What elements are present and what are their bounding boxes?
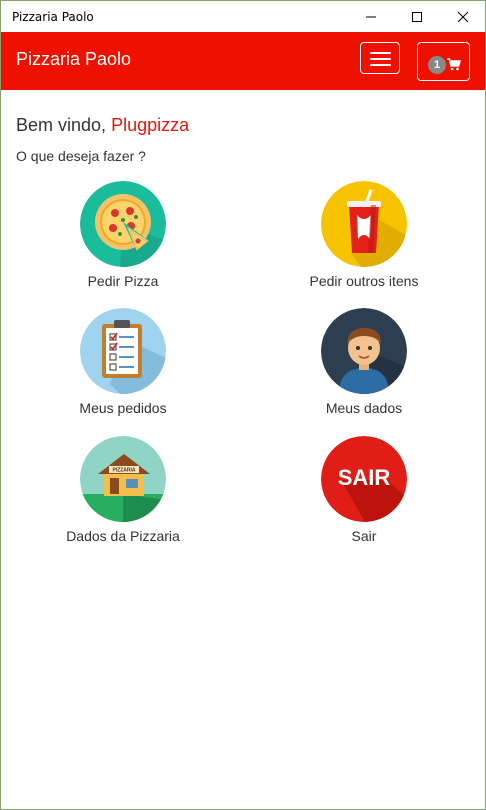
maximize-icon xyxy=(412,11,422,22)
clipboard-checklist-icon xyxy=(80,308,166,394)
hamburger-icon-line xyxy=(370,52,391,54)
tile-label: Meus pedidos xyxy=(79,400,167,416)
navbar-brand[interactable]: Pizzaria Paolo xyxy=(16,49,131,70)
question-text: O que deseja fazer ? xyxy=(16,148,146,164)
cart-count-badge: 1 xyxy=(428,56,446,74)
pizzeria-house-icon: PIZZARIA xyxy=(80,436,166,522)
hamburger-icon-line xyxy=(370,64,391,66)
soda-cup-icon xyxy=(321,181,407,267)
title-bar: Pizzaria Paolo xyxy=(1,1,485,32)
username: Plugpizza xyxy=(111,115,190,135)
tile-label: Pedir outros itens xyxy=(309,273,419,289)
minimize-button[interactable] xyxy=(348,1,394,32)
cart-button[interactable]: 1 xyxy=(417,42,470,81)
tile-pedir-pizza[interactable]: Pedir Pizza xyxy=(43,181,203,289)
close-icon xyxy=(457,11,469,22)
tile-meus-pedidos[interactable]: Meus pedidos xyxy=(43,308,203,416)
maximize-button[interactable] xyxy=(394,1,440,32)
close-button[interactable] xyxy=(440,1,485,32)
minimize-icon xyxy=(366,16,376,17)
tile-dados-da-pizzaria[interactable]: PIZZARIA Dados da Pizzaria xyxy=(43,436,203,544)
tile-label: Dados da Pizzaria xyxy=(66,528,180,544)
tile-meus-dados[interactable]: Meus dados xyxy=(284,308,444,416)
exit-badge-text: SAIR xyxy=(338,465,391,490)
cart-icon xyxy=(447,58,461,71)
user-avatar-icon xyxy=(321,308,407,394)
welcome-prefix: Bem vindo, xyxy=(16,115,107,135)
exit-icon: SAIR xyxy=(321,436,407,522)
hamburger-icon-line xyxy=(370,58,391,60)
navbar: Pizzaria Paolo 1 xyxy=(1,32,485,90)
tile-label: Meus dados xyxy=(325,400,403,416)
welcome-heading: Bem vindo, Plugpizza xyxy=(16,115,189,136)
menu-toggle-button[interactable] xyxy=(360,42,400,74)
pizza-icon xyxy=(80,181,166,267)
tile-sair[interactable]: SAIR Sair xyxy=(284,436,444,544)
tile-pedir-outros-itens[interactable]: Pedir outros itens xyxy=(284,181,444,289)
tile-label: Pedir Pizza xyxy=(87,273,159,289)
app-window: Pizzaria Paolo Pizzaria Paolo 1 Bem vind… xyxy=(0,0,486,810)
pizzeria-sign-text: PIZZARIA xyxy=(112,468,135,474)
tile-label: Sair xyxy=(351,528,377,544)
window-title: Pizzaria Paolo xyxy=(12,10,94,24)
